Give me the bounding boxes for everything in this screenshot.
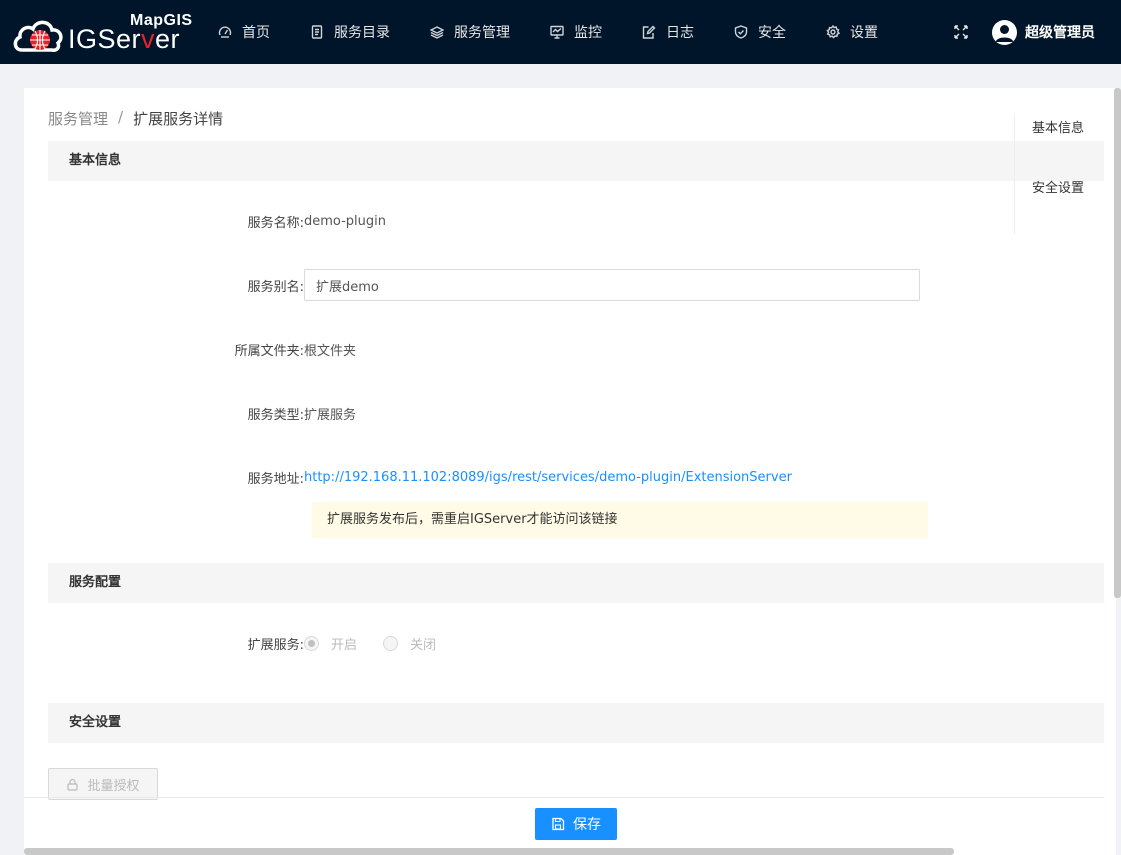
nav-security-label: 安全 bbox=[758, 25, 786, 41]
batch-authorize-button[interactable]: 批量授权 bbox=[48, 768, 158, 800]
gear-icon bbox=[826, 25, 840, 39]
section-basic-info: 基本信息 bbox=[48, 141, 1104, 181]
anchor-basic-info[interactable]: 基本信息 bbox=[1015, 114, 1114, 144]
nav-log-label: 日志 bbox=[666, 25, 694, 41]
service-type-value: 扩展服务 bbox=[304, 408, 357, 423]
service-type-label: 服务类型: bbox=[247, 408, 304, 423]
avatar bbox=[992, 19, 1017, 45]
save-icon bbox=[552, 817, 565, 831]
catalog-icon bbox=[311, 25, 323, 39]
service-alias-label: 服务别名: bbox=[247, 279, 304, 295]
section-security-settings: 安全设置 bbox=[48, 703, 1104, 743]
batch-authorize-label: 批量授权 bbox=[87, 778, 140, 794]
restart-tip: 扩展服务发布后，需重启IGServer才能访问该链接 bbox=[312, 502, 928, 538]
section-anchor-nav: 基本信息 安全设置 bbox=[1014, 114, 1114, 234]
user-icon bbox=[995, 24, 1014, 42]
nav-service-catalog[interactable]: 服务目录 bbox=[310, 0, 390, 64]
brand-igserver-text: IGServer bbox=[68, 24, 181, 54]
save-button[interactable]: 保存 bbox=[535, 808, 617, 840]
shield-icon bbox=[734, 25, 748, 39]
section-service-config: 服务配置 bbox=[48, 563, 1104, 603]
breadcrumb-current: 扩展服务详情 bbox=[133, 110, 224, 128]
monitor-icon bbox=[550, 25, 564, 39]
footer-divider bbox=[24, 797, 1104, 798]
user-name: 超级管理员 bbox=[1025, 25, 1095, 41]
lock-icon bbox=[67, 778, 79, 791]
detail-card: 服务管理 / 扩展服务详情 基本信息 服务名称: demo-plugin 服务别… bbox=[24, 88, 1116, 855]
top-navigation-bar: MapGIS IGServer 首页 服务目录 服务管理 监控 日志 安全 设置… bbox=[0, 0, 1121, 64]
folder-label: 所属文件夹: bbox=[234, 344, 304, 359]
radio-enable-label: 开启 bbox=[331, 638, 358, 653]
field-service-alias: 服务别名: bbox=[24, 269, 1024, 301]
radio-disable-dot bbox=[383, 636, 399, 651]
main-nav: 首页 服务目录 服务管理 监控 日志 安全 设置 bbox=[218, 0, 918, 64]
service-name-label: 服务名称: bbox=[247, 216, 304, 231]
field-extension-service: 扩展服务: 开启 关闭 bbox=[24, 634, 1024, 653]
breadcrumb-separator: / bbox=[118, 108, 124, 126]
nav-service-catalog-label: 服务目录 bbox=[334, 25, 390, 41]
nav-security[interactable]: 安全 bbox=[734, 0, 786, 64]
mapgis-logo[interactable]: MapGIS IGServer bbox=[10, 12, 192, 54]
radio-disable[interactable]: 关闭 bbox=[383, 634, 436, 653]
nav-monitor-label: 监控 bbox=[574, 25, 602, 41]
service-address-label: 服务地址: bbox=[247, 472, 304, 487]
nav-log[interactable]: 日志 bbox=[642, 0, 694, 64]
nav-service-management-label: 服务管理 bbox=[454, 25, 510, 41]
radio-disable-label: 关闭 bbox=[410, 638, 437, 653]
layers-icon bbox=[430, 26, 444, 39]
nav-monitor[interactable]: 监控 bbox=[550, 0, 602, 64]
vertical-scrollbar[interactable] bbox=[1114, 88, 1121, 598]
nav-service-management[interactable]: 服务管理 bbox=[430, 0, 510, 64]
anchor-security-settings[interactable]: 安全设置 bbox=[1015, 174, 1114, 204]
extension-service-label: 扩展服务: bbox=[247, 638, 304, 653]
radio-enable-dot bbox=[304, 636, 319, 651]
breadcrumb: 服务管理 / 扩展服务详情 bbox=[48, 108, 223, 129]
radio-enable[interactable]: 开启 bbox=[304, 634, 357, 653]
nav-home-label: 首页 bbox=[242, 25, 270, 41]
field-service-type: 服务类型: 扩展服务 bbox=[24, 404, 1024, 423]
dashboard-icon bbox=[218, 26, 232, 38]
field-folder: 所属文件夹: 根文件夹 bbox=[24, 340, 1024, 359]
breadcrumb-parent[interactable]: 服务管理 bbox=[48, 108, 108, 129]
service-name-value: demo-plugin bbox=[304, 214, 387, 229]
nav-home[interactable]: 首页 bbox=[218, 0, 270, 64]
edit-log-icon bbox=[642, 25, 656, 39]
service-address-link[interactable]: http://192.168.11.102:8089/igs/rest/serv… bbox=[304, 470, 792, 485]
cloud-globe-logo-icon bbox=[13, 20, 63, 52]
fullscreen-icon[interactable] bbox=[953, 24, 969, 40]
nav-settings-label: 设置 bbox=[850, 25, 878, 41]
service-alias-input[interactable] bbox=[304, 269, 920, 301]
nav-settings[interactable]: 设置 bbox=[826, 0, 878, 64]
user-menu[interactable]: 超级管理员 bbox=[992, 19, 1095, 45]
save-label: 保存 bbox=[573, 817, 601, 833]
folder-value: 根文件夹 bbox=[304, 344, 357, 359]
horizontal-scrollbar[interactable] bbox=[24, 848, 954, 855]
field-service-name: 服务名称: demo-plugin bbox=[24, 212, 1024, 231]
field-service-address: 服务地址: http://192.168.11.102:8089/igs/res… bbox=[24, 468, 1024, 487]
